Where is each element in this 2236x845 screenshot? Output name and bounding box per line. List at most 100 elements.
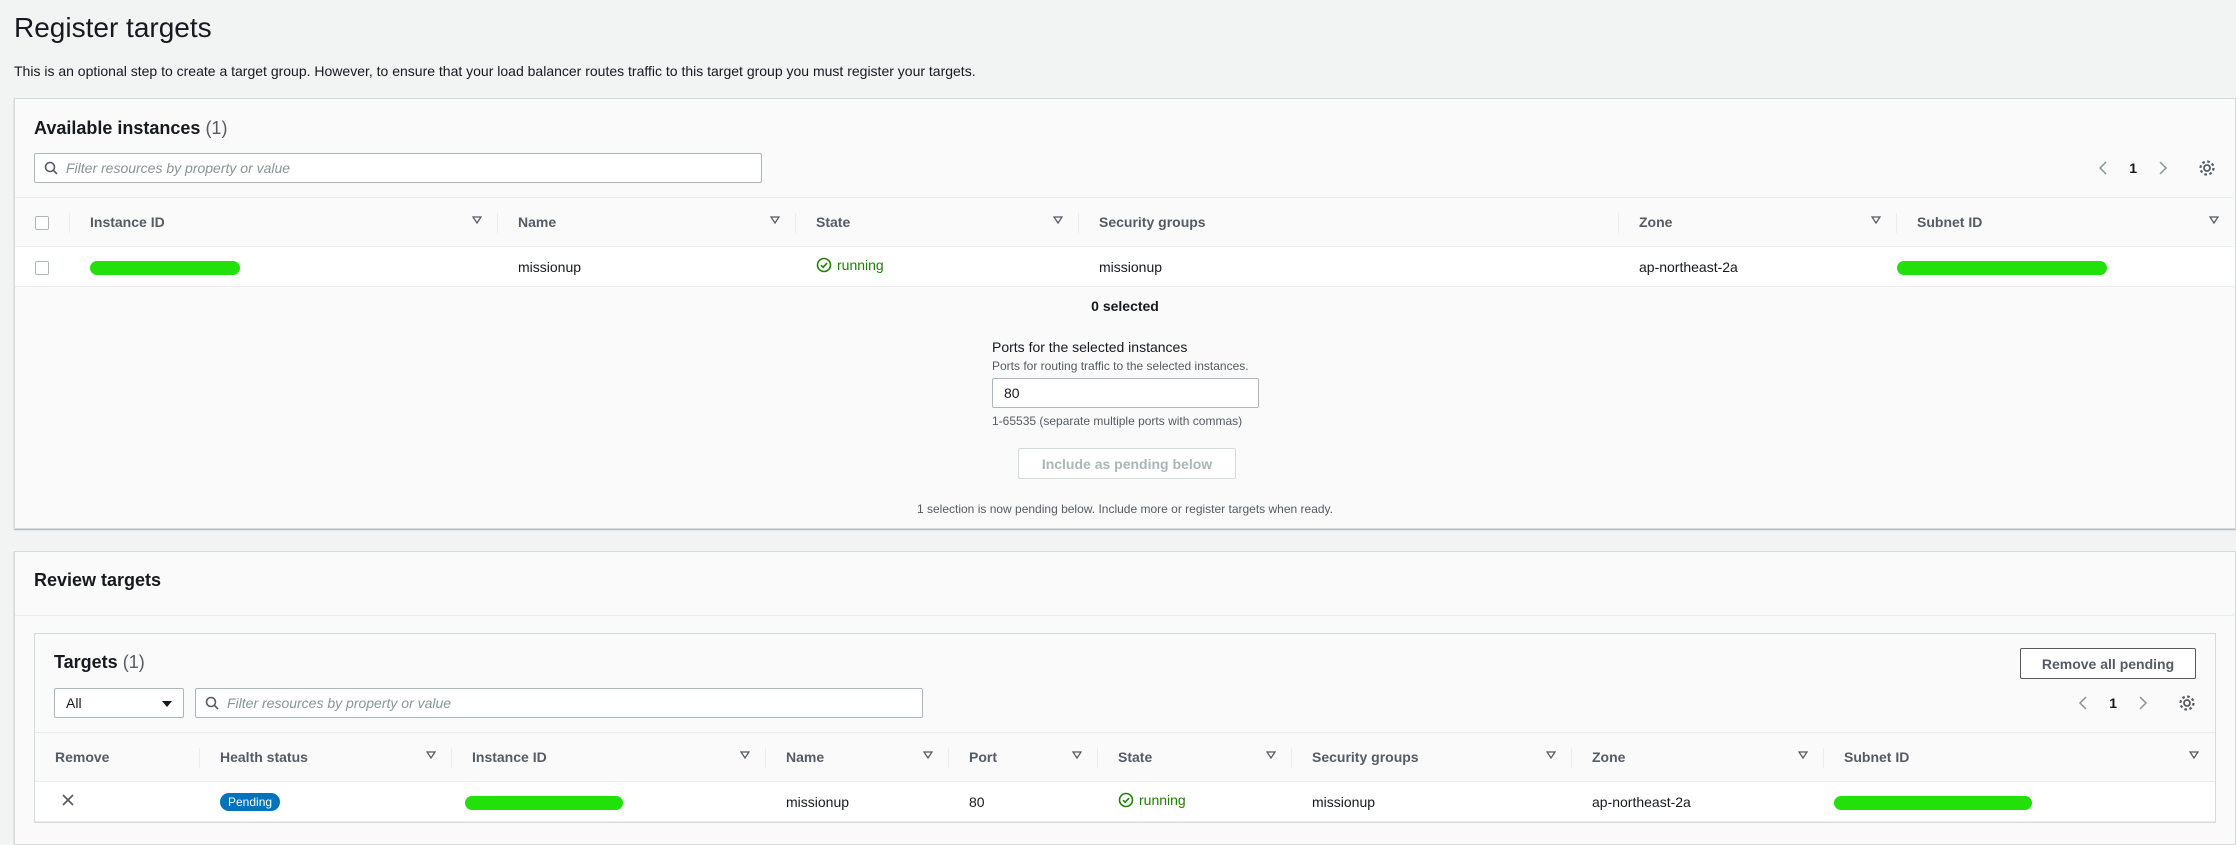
column-remove: Remove xyxy=(35,732,200,782)
available-instances-table: Instance ID Name State Security groups Z… xyxy=(15,197,2235,287)
sort-icon xyxy=(1546,751,1556,759)
sort-icon xyxy=(1871,216,1881,224)
sort-icon xyxy=(2209,216,2219,224)
sort-icon xyxy=(2189,751,2199,759)
available-instances-count: (1) xyxy=(205,118,228,138)
column-state[interactable]: State xyxy=(796,197,1079,247)
targets-search-input[interactable] xyxy=(227,695,881,711)
gear-icon[interactable] xyxy=(2197,158,2217,178)
available-search-box[interactable] xyxy=(34,153,762,183)
targets-search-box[interactable] xyxy=(195,688,923,718)
caret-down-icon xyxy=(162,701,172,707)
ports-block: Ports for the selected instances Ports f… xyxy=(992,339,1262,428)
instance-id-cell xyxy=(452,781,766,822)
page-title: Register targets xyxy=(14,12,212,43)
page-description: This is an optional step to create a tar… xyxy=(14,63,976,79)
targets-filter-value: All xyxy=(66,695,82,711)
targets-heading: Targets (1) xyxy=(54,652,145,673)
chevron-right-icon[interactable] xyxy=(2153,158,2173,178)
search-icon xyxy=(44,161,58,175)
available-page-number[interactable]: 1 xyxy=(2129,160,2137,176)
column-security-groups[interactable]: Security groups xyxy=(1079,197,1619,247)
column-subnet-id[interactable]: Subnet ID xyxy=(1824,732,2215,782)
sort-icon xyxy=(426,751,436,759)
state-label: running xyxy=(837,257,884,273)
column-subnet-id[interactable]: Subnet ID xyxy=(1897,197,2235,247)
name-cell: missionup xyxy=(498,246,796,287)
sort-icon xyxy=(1798,751,1808,759)
column-zone[interactable]: Zone xyxy=(1572,732,1824,782)
column-instance-id[interactable]: Instance ID xyxy=(70,197,498,247)
sort-icon xyxy=(1053,216,1063,224)
column-security-groups[interactable]: Security groups xyxy=(1292,732,1572,782)
targets-table: Remove Health status Instance ID Name Po… xyxy=(35,732,2215,822)
table-row: Pending missionup 80 running missionup a… xyxy=(35,781,2215,822)
subnet-id-cell xyxy=(1824,781,2215,822)
sort-icon xyxy=(770,216,780,224)
select-all-checkbox[interactable] xyxy=(35,216,49,231)
redacted-subnet-id xyxy=(1834,795,2032,810)
chevron-left-icon[interactable] xyxy=(2073,693,2093,713)
remove-cell xyxy=(35,781,200,822)
table-header-row: Remove Health status Instance ID Name Po… xyxy=(35,732,2215,782)
column-zone[interactable]: Zone xyxy=(1619,197,1897,247)
sort-icon xyxy=(472,216,482,224)
targets-pagination: 1 xyxy=(2073,693,2153,713)
available-instances-heading: Available instances (1) xyxy=(34,118,227,139)
check-circle-icon xyxy=(816,257,832,273)
ports-label: Ports for the selected instances xyxy=(992,339,1188,355)
redacted-subnet-id xyxy=(1897,260,2107,275)
include-as-pending-button[interactable]: Include as pending below xyxy=(1018,448,1236,479)
health-status-cell: Pending xyxy=(200,781,452,822)
port-cell: 80 xyxy=(949,781,1098,822)
ports-description: Ports for routing traffic to the selecte… xyxy=(992,359,1249,373)
security-groups-cell: missionup xyxy=(1292,781,1572,822)
targets-page-number[interactable]: 1 xyxy=(2109,695,2117,711)
close-icon[interactable] xyxy=(61,793,75,807)
chevron-left-icon[interactable] xyxy=(2093,158,2113,178)
zone-cell: ap-northeast-2a xyxy=(1619,246,1897,287)
sort-icon xyxy=(1072,751,1082,759)
column-health-status[interactable]: Health status xyxy=(200,732,452,782)
available-instances-panel: Available instances (1) 1 Instance ID Na… xyxy=(14,98,2236,529)
ports-input[interactable] xyxy=(992,378,1259,408)
subnet-id-cell xyxy=(1897,246,2235,287)
search-icon xyxy=(205,696,219,710)
redacted-instance-id xyxy=(465,795,623,810)
column-name[interactable]: Name xyxy=(498,197,796,247)
state-running: running xyxy=(816,257,884,273)
redacted-instance-id xyxy=(90,260,240,275)
gear-icon[interactable] xyxy=(2177,693,2197,713)
check-circle-icon xyxy=(1118,792,1134,808)
remove-all-pending-button[interactable]: Remove all pending xyxy=(2020,648,2196,679)
table-row[interactable]: missionup running missionup ap-northeast… xyxy=(15,246,2235,287)
available-search-input[interactable] xyxy=(66,160,720,176)
zone-cell: ap-northeast-2a xyxy=(1572,781,1824,822)
row-checkbox[interactable] xyxy=(35,260,49,275)
instance-id-cell xyxy=(70,246,498,287)
selected-count: 0 selected xyxy=(1091,298,1159,314)
targets-title: Targets xyxy=(54,652,118,672)
chevron-right-icon[interactable] xyxy=(2133,693,2153,713)
targets-filter-select[interactable]: All xyxy=(54,688,184,718)
state-label: running xyxy=(1139,792,1186,808)
sort-icon xyxy=(923,751,933,759)
column-name[interactable]: Name xyxy=(766,732,949,782)
sort-icon xyxy=(1266,751,1276,759)
table-header-row: Instance ID Name State Security groups Z… xyxy=(15,197,2235,247)
targets-count: (1) xyxy=(122,652,145,672)
column-state[interactable]: State xyxy=(1098,732,1292,782)
divider xyxy=(15,615,2235,616)
security-groups-cell: missionup xyxy=(1079,246,1619,287)
review-targets-heading: Review targets xyxy=(34,570,162,590)
status-badge: Pending xyxy=(220,792,281,811)
state-cell: running xyxy=(1098,781,1292,822)
targets-container: Targets (1) Remove all pending All 1 Rem… xyxy=(34,633,2216,823)
column-port[interactable]: Port xyxy=(949,732,1098,782)
name-cell: missionup xyxy=(766,781,949,822)
select-all-header xyxy=(15,197,70,247)
review-targets-panel: Review targets Targets (1) Remove all pe… xyxy=(14,551,2236,845)
column-instance-id[interactable]: Instance ID xyxy=(452,732,766,782)
state-cell: running xyxy=(796,246,1079,287)
pending-note: 1 selection is now pending below. Includ… xyxy=(916,502,1333,516)
